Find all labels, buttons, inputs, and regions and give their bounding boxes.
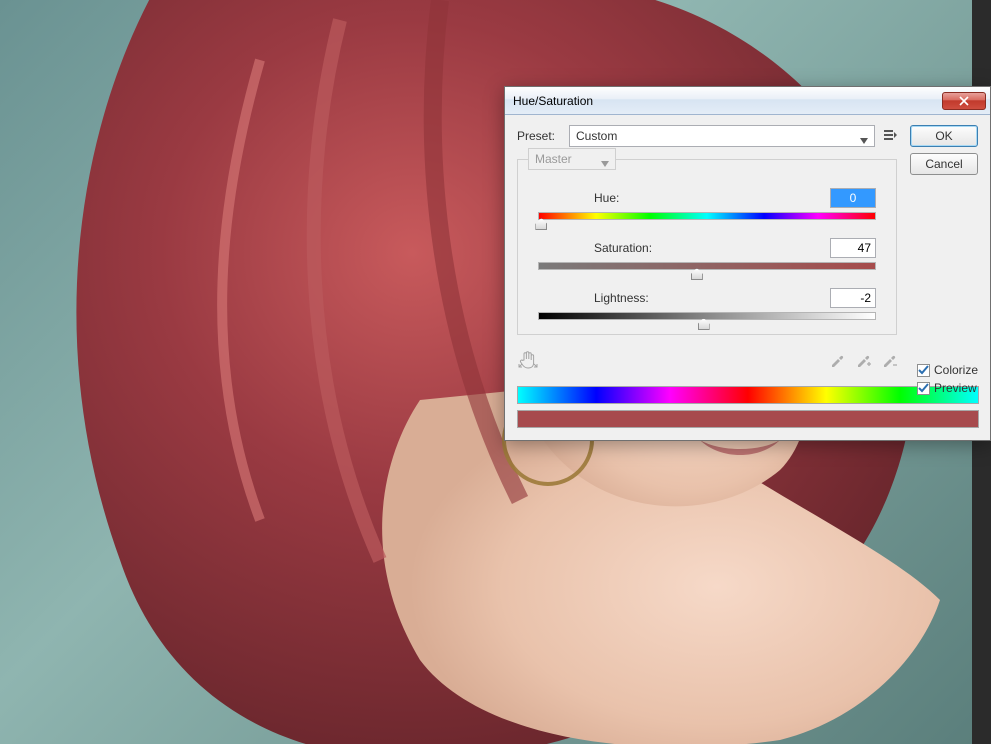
hue-saturation-dialog: Hue/Saturation OK Cancel Preset: Custom (504, 86, 991, 441)
lightness-label: Lightness: (538, 291, 658, 305)
dialog-titlebar[interactable]: Hue/Saturation (505, 87, 990, 115)
hue-label: Hue: (538, 191, 658, 205)
channel-select[interactable]: Master (528, 148, 616, 170)
sliders-group: Master Hue: (517, 159, 897, 335)
colorize-label: Colorize (934, 363, 978, 377)
checkbox-icon (917, 364, 930, 377)
checkbox-icon (917, 382, 930, 395)
input-spectrum (517, 386, 979, 404)
colorize-checkbox[interactable]: Colorize (917, 363, 978, 377)
output-spectrum (517, 410, 979, 428)
targeted-adjustment-tool[interactable] (517, 349, 539, 374)
saturation-label: Saturation: (538, 241, 658, 255)
preset-value: Custom (576, 129, 617, 143)
lightness-input[interactable] (830, 288, 876, 308)
preset-select[interactable]: Custom (569, 125, 875, 147)
preview-checkbox[interactable]: Preview (917, 381, 978, 395)
dialog-title: Hue/Saturation (513, 94, 942, 108)
chevron-down-icon (601, 156, 609, 170)
saturation-input[interactable] (830, 238, 876, 258)
chevron-down-icon (860, 133, 868, 147)
hue-input[interactable] (830, 188, 876, 208)
eyedropper-add-tool[interactable] (855, 352, 871, 371)
ok-button[interactable]: OK (910, 125, 978, 147)
channel-value: Master (535, 152, 572, 166)
hue-slider[interactable] (538, 212, 876, 220)
saturation-slider[interactable] (538, 262, 876, 270)
preset-menu-button[interactable] (883, 128, 897, 145)
preview-label: Preview (934, 381, 977, 395)
close-icon (959, 96, 969, 106)
close-button[interactable] (942, 92, 986, 110)
cancel-button[interactable]: Cancel (910, 153, 978, 175)
lightness-slider[interactable] (538, 312, 876, 320)
eyedropper-subtract-tool[interactable] (881, 352, 897, 371)
preset-label: Preset: (517, 129, 561, 143)
eyedropper-tool[interactable] (829, 352, 845, 371)
